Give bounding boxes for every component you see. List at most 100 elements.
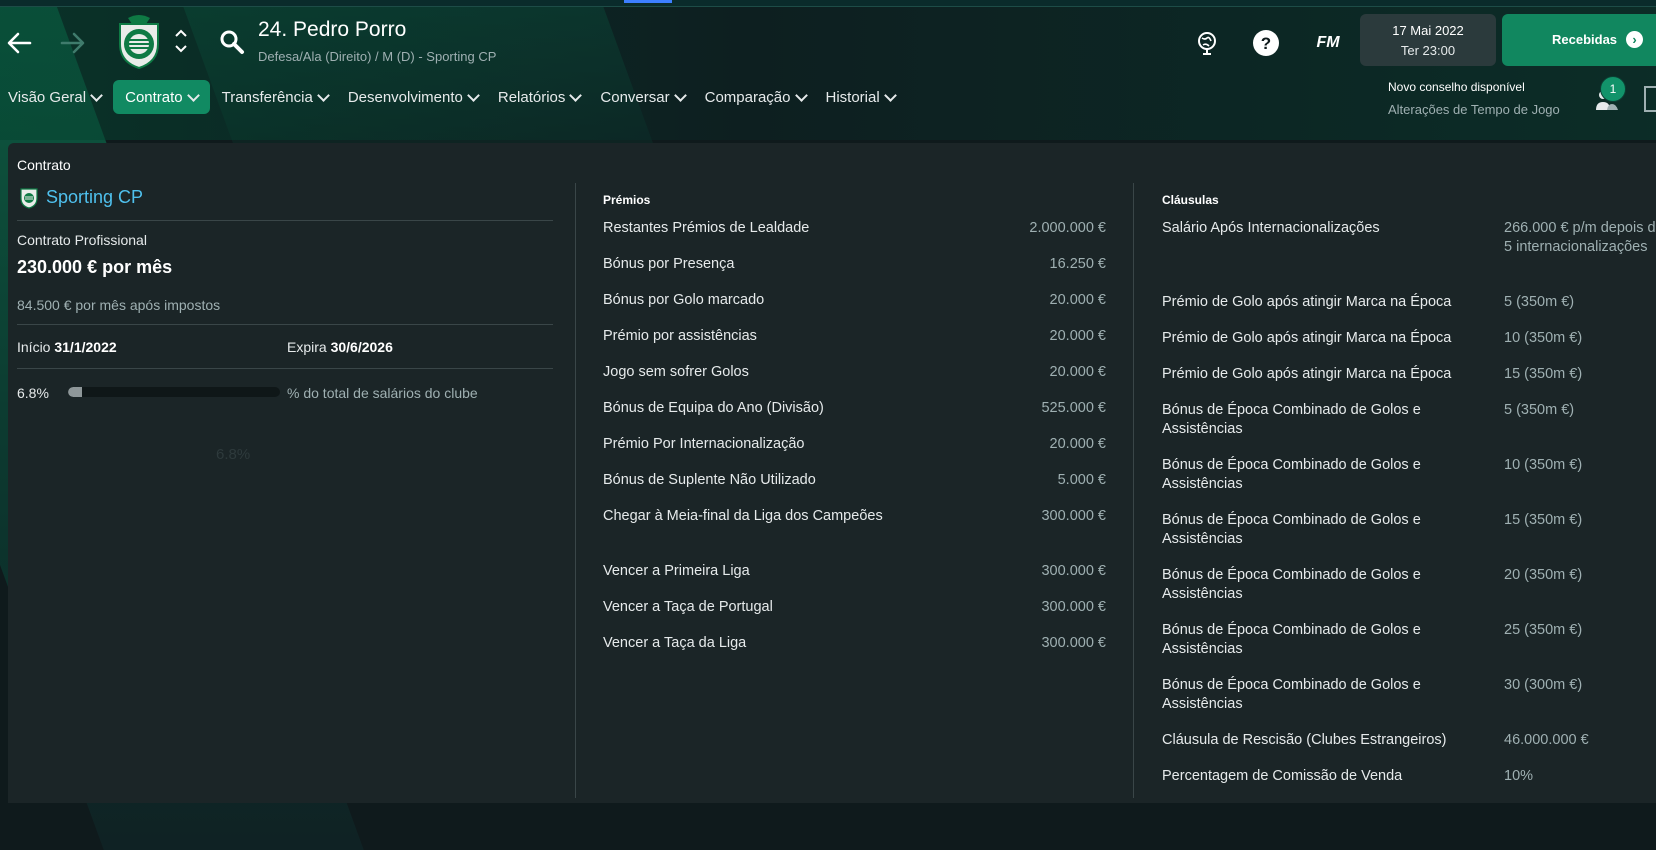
expiry-value: 30/6/2026 bbox=[330, 339, 393, 355]
chevron-down-icon bbox=[569, 88, 583, 102]
clause-value: 46.000.000 € bbox=[1504, 732, 1589, 748]
clause-label: Prémio de Golo após atingir Marca na Épo… bbox=[1162, 366, 1452, 382]
chevron-down-icon bbox=[90, 88, 103, 102]
current-time: Ter 23:00 bbox=[1400, 43, 1456, 58]
start-value: 31/1/2022 bbox=[54, 339, 117, 355]
bonus-value: 20.000 € bbox=[1049, 328, 1106, 344]
monitor-icon[interactable] bbox=[1644, 86, 1656, 112]
fm-menu-button[interactable]: FM bbox=[1310, 28, 1346, 58]
world-button[interactable] bbox=[1192, 28, 1222, 58]
help-button[interactable]: ? bbox=[1251, 28, 1281, 58]
contract-expiry: Expira 30/6/2026 bbox=[287, 339, 393, 355]
search-icon bbox=[220, 30, 244, 54]
column-divider bbox=[575, 183, 576, 798]
after-tax-wage: 84.500 € por mês após impostos bbox=[17, 297, 221, 313]
date-time-display[interactable]: 17 Mai 2022 Ter 23:00 bbox=[1360, 14, 1496, 66]
current-date: 17 Mai 2022 bbox=[1392, 23, 1464, 38]
divider bbox=[17, 324, 553, 325]
club-crest-icon bbox=[20, 188, 38, 209]
bonuses-title: Prémios bbox=[603, 193, 651, 207]
tab-bar: Visão Geral Contrato Transferência Desen… bbox=[0, 80, 907, 114]
clause-value: 20 (350m €) bbox=[1504, 567, 1583, 583]
expiry-label: Expira bbox=[287, 339, 327, 355]
clause-label: Cláusula de Rescisão (Clubes Estrangeiro… bbox=[1162, 732, 1447, 748]
tab-talk[interactable]: Conversar bbox=[592, 80, 692, 114]
bonus-value: 5.000 € bbox=[1057, 472, 1106, 488]
bonus-label: Bónus de Suplente Não Utilizado bbox=[603, 472, 816, 488]
chevron-down-icon bbox=[316, 88, 330, 102]
wage-share-ghost: 6.8% bbox=[216, 446, 251, 463]
club-crest-icon[interactable] bbox=[116, 14, 162, 70]
bonus-value: 300.000 € bbox=[1041, 563, 1106, 579]
clause-label: Bónus de Época Combinado de Golos e Assi… bbox=[1162, 622, 1421, 657]
tab-label: Visão Geral bbox=[8, 88, 87, 106]
inbox-label: Recebidas bbox=[1552, 32, 1618, 47]
forward-button[interactable] bbox=[56, 26, 90, 60]
bonus-label: Bónus de Equipa do Ano (Divisão) bbox=[603, 400, 824, 416]
player-cycle-button[interactable] bbox=[172, 26, 190, 60]
tab-label: Relatórios bbox=[497, 88, 566, 106]
bonus-label: Vencer a Primeira Liga bbox=[603, 563, 750, 579]
tab-contract[interactable]: Contrato bbox=[113, 80, 210, 114]
svg-text:?: ? bbox=[1261, 34, 1271, 53]
start-label: Início bbox=[17, 339, 51, 355]
bonus-label: Jogo sem sofrer Golos bbox=[603, 364, 749, 380]
contract-start: Início 31/1/2022 bbox=[17, 339, 117, 355]
top-bar bbox=[0, 0, 1656, 7]
club-link[interactable]: Sporting CP bbox=[20, 185, 143, 209]
bonus-value: 300.000 € bbox=[1041, 508, 1106, 524]
bonus-value: 16.250 € bbox=[1049, 256, 1106, 272]
wage-share-value: 6.8% bbox=[17, 385, 49, 401]
inbox-button[interactable]: Recebidas › bbox=[1502, 14, 1656, 66]
globe-icon bbox=[1198, 32, 1216, 55]
arrow-left-icon bbox=[7, 32, 32, 54]
tab-reports[interactable]: Relatórios bbox=[490, 80, 589, 114]
advice-title: Novo conselho disponível bbox=[1388, 80, 1525, 94]
tab-comparison[interactable]: Comparação bbox=[697, 80, 814, 114]
chevron-down-icon bbox=[467, 88, 480, 102]
bonus-value: 300.000 € bbox=[1041, 635, 1106, 651]
column-divider bbox=[1133, 183, 1134, 798]
tab-development[interactable]: Desenvolvimento bbox=[340, 80, 486, 114]
chevron-right-icon: › bbox=[1626, 31, 1643, 48]
arrow-right-icon bbox=[60, 32, 85, 54]
clause-value: 5 (350m €) bbox=[1504, 402, 1575, 418]
clause-label: Percentagem de Comissão de Venda bbox=[1162, 768, 1403, 784]
clause-value: 10% bbox=[1504, 768, 1534, 784]
tab-transfer[interactable]: Transferência bbox=[214, 80, 336, 114]
advice-notification[interactable]: Novo conselho disponível Alterações de T… bbox=[1388, 80, 1560, 117]
chevron-down-icon bbox=[673, 88, 687, 102]
clause-value: 30 (300m €) bbox=[1504, 677, 1583, 693]
chevron-down-icon bbox=[794, 88, 808, 102]
search-button[interactable] bbox=[218, 28, 246, 56]
clause-value: 15 (350m €) bbox=[1504, 512, 1583, 528]
top-bar-marker bbox=[624, 0, 672, 3]
chevron-down-icon bbox=[175, 45, 187, 53]
player-subtitle: Defesa/Ala (Direito) / M (D) - Sporting … bbox=[258, 49, 497, 64]
tab-label: Historial bbox=[825, 88, 880, 106]
clause-label: Bónus de Época Combinado de Golos e Assi… bbox=[1162, 677, 1421, 712]
chevron-up-icon bbox=[175, 29, 187, 37]
clause-label: Prémio de Golo após atingir Marca na Épo… bbox=[1162, 294, 1452, 310]
club-name: Sporting CP bbox=[46, 186, 144, 207]
back-button[interactable] bbox=[2, 26, 36, 60]
tab-history[interactable]: Historial bbox=[818, 80, 903, 114]
clause-label: Salário Após Internacionalizações bbox=[1162, 220, 1380, 236]
bonus-value: 20.000 € bbox=[1049, 364, 1106, 380]
tab-label: Comparação bbox=[704, 88, 791, 106]
tab-label: Transferência bbox=[221, 88, 313, 106]
bonus-label: Prémio por assistências bbox=[603, 328, 757, 344]
advice-text: Alterações de Tempo de Jogo bbox=[1388, 102, 1560, 117]
clauses-title: Cláusulas bbox=[1162, 193, 1219, 207]
clause-label: Bónus de Época Combinado de Golos e Assi… bbox=[1162, 402, 1421, 437]
advice-count-badge: 1 bbox=[1600, 76, 1626, 102]
clause-label: Bónus de Época Combinado de Golos e Assi… bbox=[1162, 567, 1421, 602]
clause-value: 5 (350m €) bbox=[1504, 294, 1575, 310]
chevron-down-icon bbox=[186, 88, 200, 102]
clause-value: 10 (350m €) bbox=[1504, 457, 1583, 473]
bonus-value: 20.000 € bbox=[1049, 436, 1106, 452]
clause-value: 25 (350m €) bbox=[1504, 622, 1583, 638]
clause-value: 266.000 € p/m depois de 5 internacionali… bbox=[1504, 220, 1656, 255]
wage-share-label: % do total de salários do clube bbox=[287, 385, 478, 401]
tab-overview[interactable]: Visão Geral bbox=[0, 80, 109, 114]
